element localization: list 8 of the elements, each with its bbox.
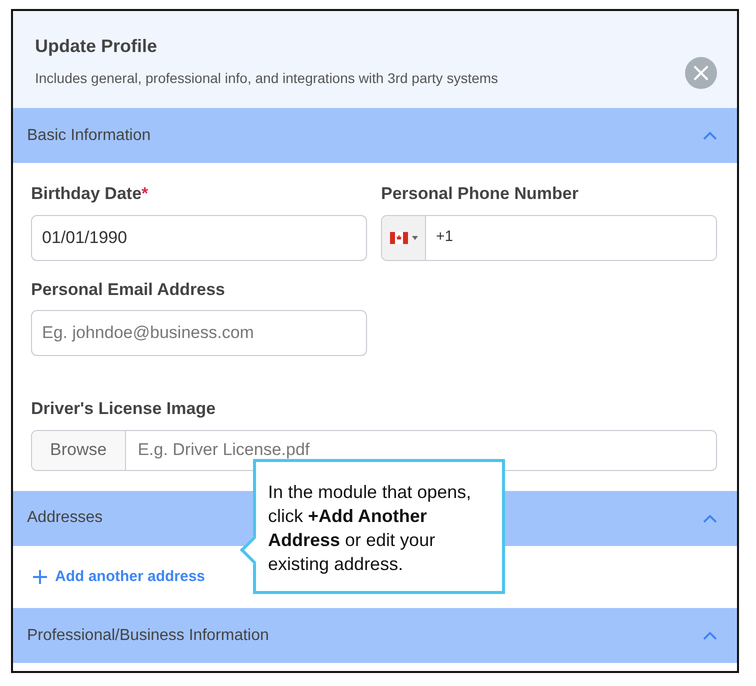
callout-text: In the module that opens, click +Add Another Address or edit your existing address. <box>268 481 472 576</box>
required-mark: * <box>142 184 148 203</box>
field-label: Personal Phone Number <box>381 183 580 205</box>
dialog-title: Update Profile <box>35 35 158 58</box>
field-label: Driver's License Image <box>31 398 217 420</box>
field-label: Personal Email Address <box>31 278 226 300</box>
dialog-subtitle: Includes general, professional info, and integrations with 3rd party systems <box>35 69 498 88</box>
field-label: Birthday Date <box>31 184 142 203</box>
